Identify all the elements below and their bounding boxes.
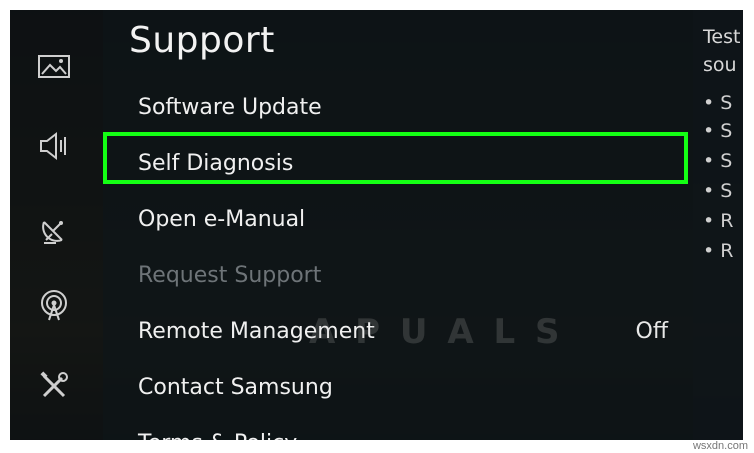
menu-item-label: Software Update xyxy=(138,94,322,120)
description-bullet: • S xyxy=(703,150,733,172)
description-panel: Test sou • S • S • S • S • R • R xyxy=(693,10,743,440)
remote-management-value: Off xyxy=(635,318,668,344)
menu-item-label: Open e-Manual xyxy=(138,206,306,232)
description-bullet: • S xyxy=(703,92,733,114)
site-credit: wsxdn.com xyxy=(692,440,748,452)
sound-icon[interactable] xyxy=(34,126,74,166)
description-bullet: • S xyxy=(703,180,733,202)
picture-icon[interactable] xyxy=(34,46,74,86)
panel-title: Support xyxy=(129,20,275,61)
menu-item-request-support: Request Support xyxy=(138,250,668,300)
network-icon[interactable] xyxy=(34,286,74,326)
description-line: sou xyxy=(703,54,737,76)
settings-category-rail xyxy=(10,10,103,440)
menu-item-label: Contact Samsung xyxy=(138,374,333,400)
support-menu-panel: Support Software Update Self Diagnosis O… xyxy=(103,10,693,440)
broadcasting-icon[interactable] xyxy=(34,210,74,250)
description-line: Test xyxy=(703,26,741,48)
description-bullet: • S xyxy=(703,120,733,142)
menu-item-label: Terms & Policy xyxy=(138,431,297,441)
description-bullet: • R xyxy=(703,240,734,262)
tv-screen: Support Software Update Self Diagnosis O… xyxy=(10,10,743,440)
selection-highlight-box xyxy=(103,132,688,184)
description-bullet: • R xyxy=(703,210,734,232)
menu-item-label: Request Support xyxy=(138,262,322,288)
menu-item-software-update[interactable]: Software Update xyxy=(138,82,668,132)
menu-item-terms-policy[interactable]: Terms & Policy xyxy=(138,418,668,441)
watermark-logo: A P U A L S xyxy=(309,312,564,352)
menu-item-open-e-manual[interactable]: Open e-Manual xyxy=(138,194,668,244)
support-tools-icon[interactable] xyxy=(34,366,74,406)
menu-item-contact-samsung[interactable]: Contact Samsung xyxy=(138,362,668,412)
